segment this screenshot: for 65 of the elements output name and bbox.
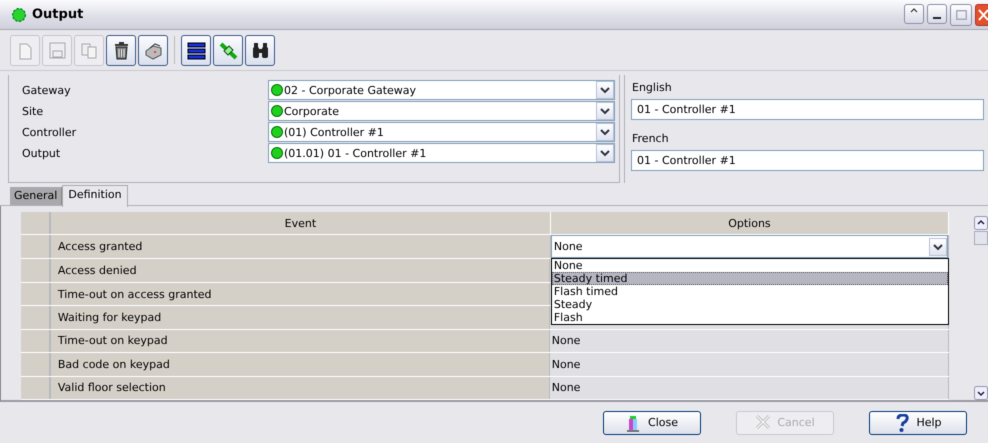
- maximize-icon: [956, 10, 966, 20]
- dropdown-option[interactable]: None: [552, 259, 948, 272]
- row-header: [21, 235, 51, 258]
- field-label: Output: [21, 146, 62, 160]
- tab[interactable]: Definition: [62, 185, 128, 207]
- row-header: [21, 376, 51, 399]
- minimize-button[interactable]: [927, 4, 947, 24]
- table-cell: Bad code on keypad: [50, 353, 550, 376]
- list-icon: [186, 40, 206, 60]
- row-header: [21, 306, 51, 329]
- close-button[interactable]: [975, 4, 988, 26]
- field-label: French: [631, 132, 670, 147]
- close-button[interactable]: Close: [603, 410, 701, 434]
- field-label: English: [631, 81, 673, 96]
- status-dot-icon: [271, 84, 283, 96]
- dropdown-option[interactable]: Flash: [552, 311, 948, 324]
- help-button[interactable]: [904, 4, 924, 24]
- table-cell: None: [550, 353, 949, 376]
- dropdown-field[interactable]: None: [550, 235, 948, 258]
- status-dot-icon: [12, 8, 26, 22]
- table-cell: None: [550, 330, 949, 352]
- status-dot-icon: [271, 147, 283, 159]
- tab[interactable]: General: [10, 187, 62, 205]
- column-header: Event: [50, 212, 551, 234]
- scroll-up-icon: [974, 216, 988, 230]
- save-icon: [46, 40, 68, 60]
- status-dot-icon: [271, 126, 283, 138]
- dropdown-field[interactable]: (01.01) 01 - Controller #1: [268, 143, 615, 163]
- help-icon: [894, 414, 910, 432]
- field-label: Controller: [21, 126, 78, 138]
- table-cell: Access denied: [50, 259, 550, 282]
- table-cell: Time-out on access granted: [50, 282, 550, 306]
- dropdown-option[interactable]: Flash timed: [552, 285, 948, 298]
- cancel-icon: [755, 414, 772, 432]
- help-button[interactable]: Help: [869, 410, 967, 434]
- dropdown-field[interactable]: (01) Controller #1: [268, 122, 615, 142]
- row-header: [21, 330, 51, 352]
- dropdown-option[interactable]: Steady timed: [552, 272, 948, 286]
- dropdown-field[interactable]: 02 - Corporate Gateway: [268, 80, 615, 100]
- text-field[interactable]: 01 - Controller #1: [631, 150, 984, 171]
- row-header: [21, 353, 51, 376]
- row-header: [21, 212, 51, 234]
- printer-button[interactable]: [138, 34, 168, 66]
- text-field[interactable]: 01 - Controller #1: [631, 99, 984, 120]
- dropdown-field[interactable]: Corporate: [268, 101, 615, 121]
- row-header: [21, 282, 51, 306]
- row-header: [21, 259, 51, 282]
- field-label: Site: [21, 104, 44, 118]
- list-button[interactable]: [181, 34, 211, 66]
- table-cell: Valid floor selection: [50, 376, 550, 399]
- minimize-icon: [933, 16, 941, 18]
- column-header: Options: [550, 212, 949, 234]
- trash-button[interactable]: [106, 34, 136, 66]
- table-cell: Waiting for keypad: [50, 306, 550, 329]
- window-title: Output: [32, 7, 84, 22]
- link-button[interactable]: [213, 34, 243, 66]
- help-icon: [910, 8, 918, 12]
- binoculars-button[interactable]: [245, 34, 275, 66]
- table-cell: Time-out on keypad: [50, 330, 550, 352]
- table-cell: Access granted: [50, 235, 551, 258]
- scroll-thumb[interactable]: [974, 231, 988, 245]
- status-dot-icon: [271, 105, 283, 117]
- field-label: Gateway: [21, 84, 72, 96]
- dropdown-option[interactable]: Steady: [552, 298, 948, 312]
- table-cell: None: [550, 376, 949, 399]
